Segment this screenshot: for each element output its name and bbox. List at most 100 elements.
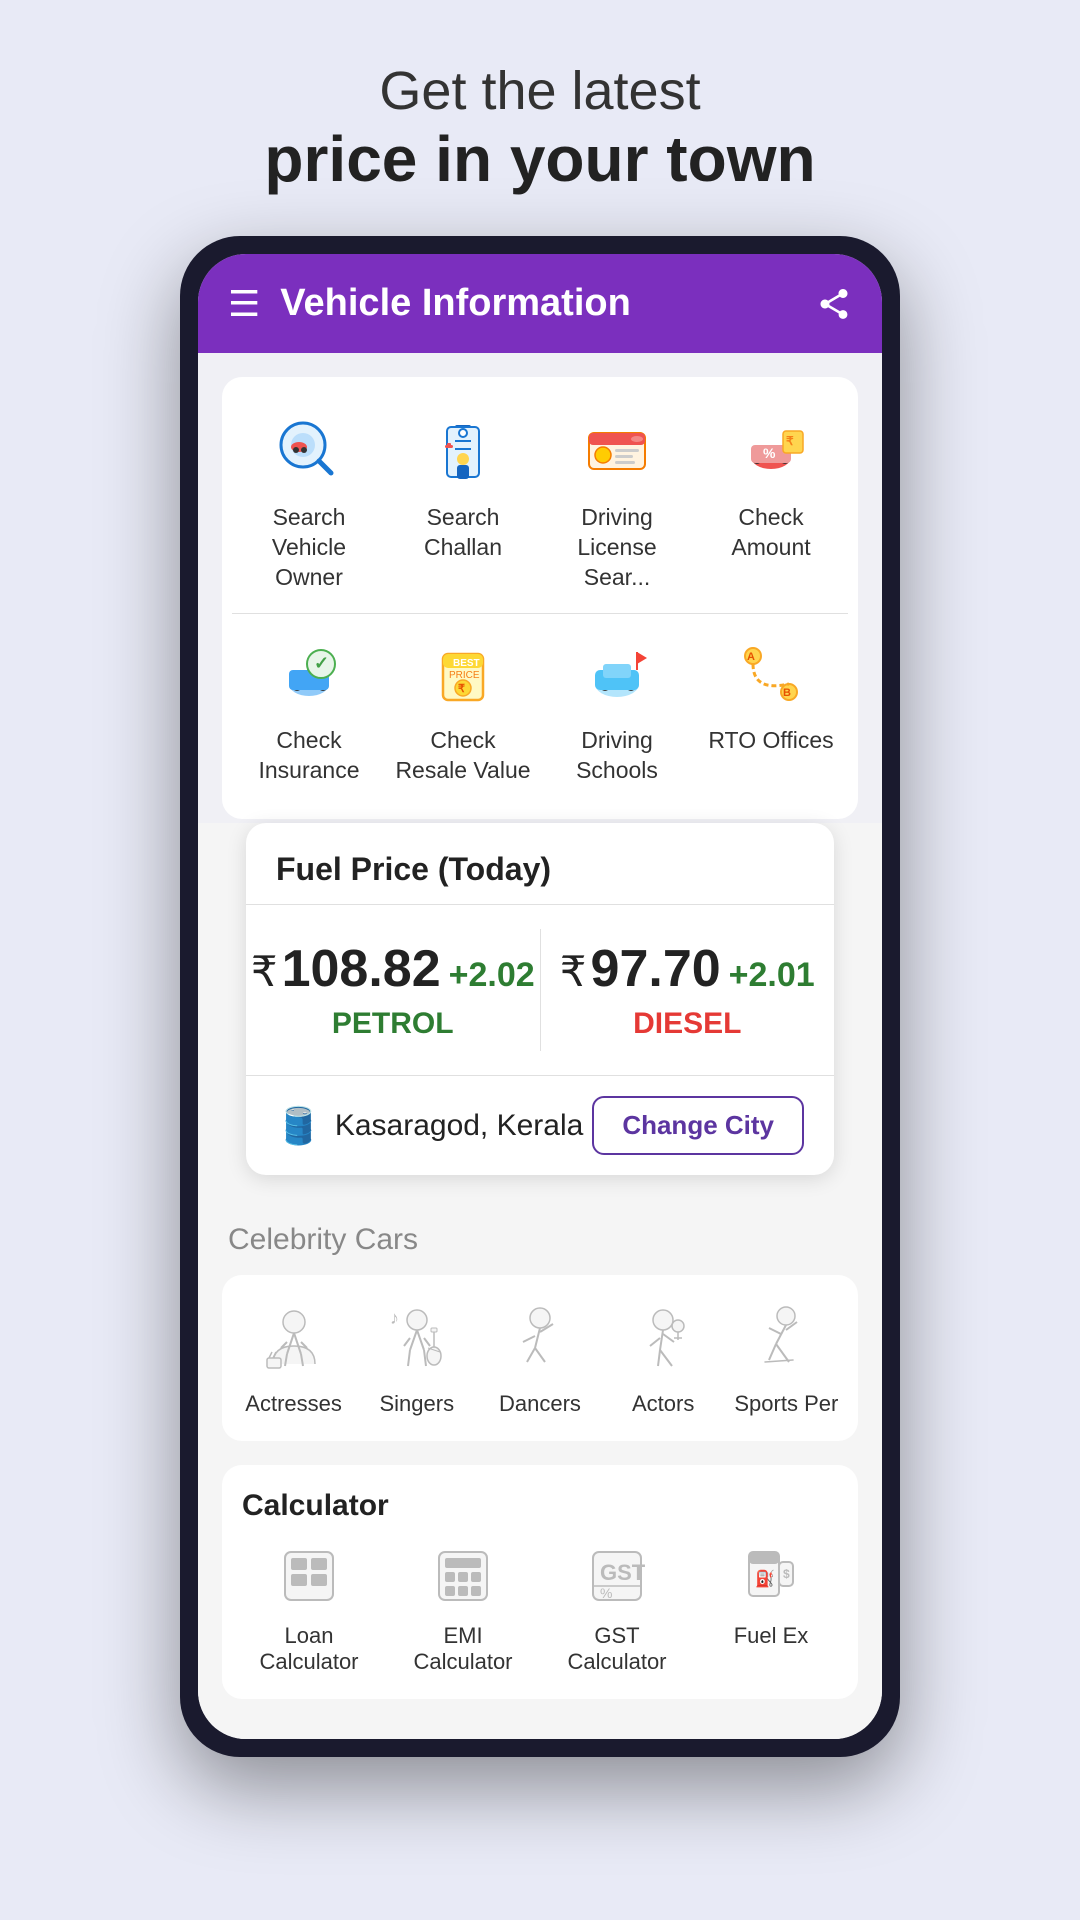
driving-license-label: Driving License Sear...: [547, 503, 687, 593]
grid-item-check-resale[interactable]: BEST PRICE ₹ Check Resale Value: [393, 634, 533, 786]
driving-schools-icon: [577, 634, 657, 714]
check-insurance-label: Check Insurance: [239, 726, 379, 786]
calculator-item-gst[interactable]: GST % GST Calculator: [547, 1541, 687, 1675]
petrol-col: ₹ 108.82 +2.02 PETROL: [246, 929, 540, 1051]
gst-calculator-label: GST Calculator: [547, 1623, 687, 1675]
petrol-amount-row: ₹ 108.82 +2.02: [251, 939, 535, 999]
calculator-header: Calculator: [232, 1489, 848, 1541]
svg-text:♪: ♪: [390, 1308, 399, 1328]
fuel-location-icon: 🛢️: [276, 1105, 321, 1147]
fuel-calculator-label: Fuel Ex: [734, 1623, 809, 1649]
check-amount-icon: % ₹: [731, 411, 811, 491]
petrol-change: +2.02: [449, 956, 535, 995]
rto-offices-label: RTO Offices: [708, 726, 833, 756]
actors-label: Actors: [632, 1391, 694, 1417]
fuel-location: Kasaragod, Kerala: [335, 1109, 592, 1143]
grid-item-driving-schools[interactable]: Driving Schools: [547, 634, 687, 786]
diesel-amount-row: ₹ 97.70 +2.01: [560, 939, 815, 999]
celebrity-item-actresses[interactable]: Actresses: [234, 1299, 354, 1417]
sports-icon: [746, 1299, 826, 1379]
app-bar-title: Vehicle Information: [280, 282, 796, 325]
fuel-prices: ₹ 108.82 +2.02 PETROL ₹ 97.70 +2.01 DIES…: [246, 905, 834, 1075]
diesel-currency: ₹: [560, 947, 587, 996]
celebrity-section-label: Celebrity Cars: [222, 1223, 858, 1257]
calculator-row: Loan Calculator: [232, 1541, 848, 1675]
diesel-change: +2.01: [729, 956, 815, 995]
diesel-amount: 97.70: [591, 939, 721, 999]
hamburger-icon[interactable]: ☰: [228, 283, 260, 325]
driving-schools-label: Driving Schools: [547, 726, 687, 786]
emi-calculator-icon: [428, 1541, 498, 1611]
dancers-label: Dancers: [499, 1391, 581, 1417]
share-icon[interactable]: [816, 286, 852, 322]
sports-label: Sports Per: [734, 1391, 838, 1417]
fuel-calculator-icon: $ ⛽: [736, 1541, 806, 1611]
check-resale-icon: BEST PRICE ₹: [423, 634, 503, 714]
change-city-button[interactable]: Change City: [592, 1096, 804, 1155]
svg-text:PRICE: PRICE: [449, 670, 480, 681]
petrol-currency: ₹: [251, 947, 278, 996]
check-amount-label: Check Amount: [701, 503, 841, 563]
fuel-card-title: Fuel Price (Today): [276, 851, 551, 887]
phone-screen: ☰ Vehicle Information: [198, 254, 882, 1739]
headline-bold: price in your town: [264, 122, 815, 196]
svg-text:$: $: [783, 1567, 790, 1581]
celebrity-row: Actresses: [232, 1299, 848, 1417]
calculator-item-fuel[interactable]: $ ⛽ Fuel Ex: [701, 1541, 841, 1675]
celebrity-section: Celebrity Cars: [198, 1199, 882, 1441]
grid-row-2: ✓ Check Insurance BEST PRICE: [232, 624, 848, 796]
svg-text:✓: ✓: [314, 653, 329, 673]
svg-text:GST: GST: [600, 1560, 646, 1585]
grid-item-check-insurance[interactable]: ✓ Check Insurance: [239, 634, 379, 786]
celebrity-item-sports[interactable]: Sports Per: [726, 1299, 846, 1417]
search-vehicle-owner-icon: [269, 411, 349, 491]
grid-section: Search Vehicle Owner: [198, 353, 882, 843]
app-bar: ☰ Vehicle Information: [198, 254, 882, 353]
gst-calculator-icon: GST %: [582, 1541, 652, 1611]
svg-text:%: %: [763, 445, 776, 461]
grid-item-search-challan[interactable]: Search Challan: [393, 411, 533, 593]
grid-row-1: Search Vehicle Owner: [232, 401, 848, 603]
search-challan-label: Search Challan: [393, 503, 533, 563]
loan-calculator-label: Loan Calculator: [239, 1623, 379, 1675]
check-resale-label: Check Resale Value: [393, 726, 533, 786]
headline-top: Get the latest: [264, 60, 815, 122]
headline-section: Get the latest price in your town: [264, 60, 815, 196]
driving-license-icon: [577, 411, 657, 491]
svg-text:BEST: BEST: [453, 658, 480, 669]
emi-calculator-label: EMI Calculator: [393, 1623, 533, 1675]
petrol-amount: 108.82: [282, 939, 441, 999]
diesel-label: DIESEL: [633, 1007, 741, 1041]
fuel-card: Fuel Price (Today) ₹ 108.82 +2.02 PETROL: [246, 823, 834, 1175]
dancers-icon: [500, 1299, 580, 1379]
celebrity-card: Actresses: [222, 1275, 858, 1441]
search-challan-icon: [423, 411, 503, 491]
diesel-col: ₹ 97.70 +2.01 DIESEL: [540, 929, 835, 1051]
search-vehicle-owner-label: Search Vehicle Owner: [239, 503, 379, 593]
svg-text:%: %: [600, 1585, 612, 1601]
svg-text:B: B: [783, 687, 791, 699]
grid-card: Search Vehicle Owner: [222, 377, 858, 819]
celebrity-item-singers[interactable]: ♪ Singers: [357, 1299, 477, 1417]
grid-item-rto-offices[interactable]: A B RTO Offices: [701, 634, 841, 786]
svg-text:⛽: ⛽: [755, 1569, 775, 1588]
phone-frame: ☰ Vehicle Information: [180, 236, 900, 1757]
check-insurance-icon: ✓: [269, 634, 349, 714]
calculator-item-loan[interactable]: Loan Calculator: [239, 1541, 379, 1675]
actors-icon: [623, 1299, 703, 1379]
grid-item-search-vehicle-owner[interactable]: Search Vehicle Owner: [239, 411, 379, 593]
actresses-icon: [254, 1299, 334, 1379]
loan-calculator-icon: [274, 1541, 344, 1611]
calculator-card: Calculator Loan Calculator: [222, 1465, 858, 1699]
petrol-label: PETROL: [332, 1007, 454, 1041]
singers-icon: ♪: [377, 1299, 457, 1379]
calculator-item-emi[interactable]: EMI Calculator: [393, 1541, 533, 1675]
svg-text:₹: ₹: [786, 434, 794, 448]
celebrity-item-dancers[interactable]: Dancers: [480, 1299, 600, 1417]
celebrity-item-actors[interactable]: Actors: [603, 1299, 723, 1417]
grid-divider: [232, 613, 848, 614]
calculator-section: Calculator Loan Calculator: [198, 1441, 882, 1699]
grid-item-check-amount[interactable]: % ₹ Check Amount: [701, 411, 841, 593]
svg-text:A: A: [747, 651, 755, 663]
grid-item-driving-license[interactable]: Driving License Sear...: [547, 411, 687, 593]
